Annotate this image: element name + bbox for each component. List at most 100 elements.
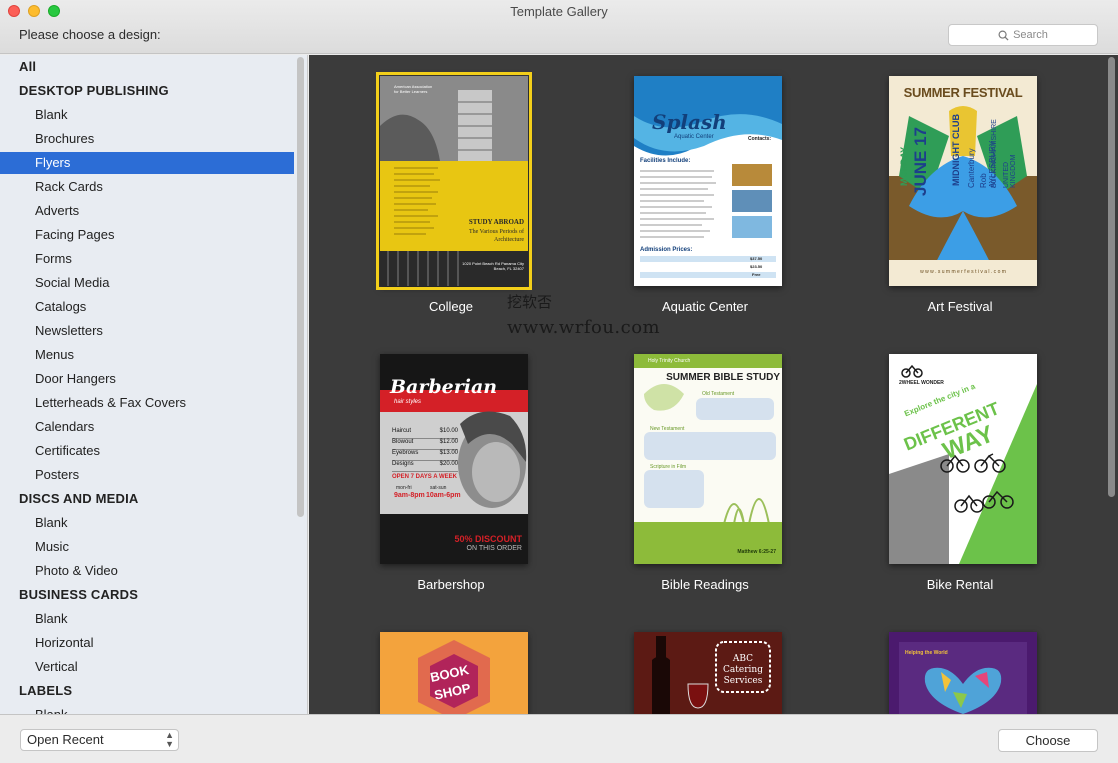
barber-service-price: $10.00 [439, 428, 458, 434]
category-sidebar: All DESKTOP PUBLISHING Blank Brochures Flyer… [0, 55, 308, 714]
barber-service-price: $13.00 [439, 450, 458, 456]
sidebar-item-menus[interactable]: Menus [0, 344, 294, 366]
sidebar-item-music[interactable]: Music [0, 536, 294, 558]
catering-line-3: Services [723, 676, 763, 686]
sidebar-item-blank[interactable]: Blank [0, 512, 294, 534]
aquatic-logo-sub: Aquatic Center [674, 134, 714, 140]
sidebar-item-calendars[interactable]: Calendars [0, 416, 294, 438]
titlebar: Template Gallery Please choose a design:… [0, 0, 1118, 54]
template-aquatic-center[interactable]: Splash Aquatic Center Contacts: Faciliti… [634, 76, 782, 286]
sidebar-item-door-hangers[interactable]: Door Hangers [0, 368, 294, 390]
watermark-url: www.wrfou.com [507, 317, 661, 338]
helping-title: Helping the World [905, 650, 948, 656]
sidebar-item-horizontal[interactable]: Horizontal [0, 632, 294, 654]
template-helping-world[interactable]: Helping the World [889, 632, 1037, 714]
barber-service-row: Eyebrows $13.00 [392, 450, 458, 461]
barber-service-name: Eyebrows [392, 450, 419, 456]
gallery-scrollbar[interactable] [1108, 57, 1115, 497]
sidebar-item-letterheads-fax-covers[interactable]: Letterheads & Fax Covers [0, 392, 294, 414]
window-title: Template Gallery [510, 4, 608, 19]
choose-button[interactable]: Choose [998, 729, 1098, 752]
chevron-updown-icon: ▲ ▼ [165, 730, 174, 749]
bible-verse: Matthew 6:25-27 [737, 549, 776, 555]
sidebar-item-brochures[interactable]: Brochures [0, 128, 294, 150]
art-location-3: BUCKINGHAMSHIRE [991, 119, 998, 188]
bible-title: SUMMER BIBLE STUDY [666, 372, 780, 383]
catering-line-2: Catering [723, 665, 763, 675]
caption-bike-rental: Bike Rental [926, 577, 994, 592]
barber-service-name: Designs [392, 461, 414, 467]
sidebar-section-discs-and-media[interactable]: DISCS AND MEDIA [0, 488, 294, 510]
open-recent-label: Open Recent [27, 732, 104, 747]
sidebar-item-flyers[interactable]: Flyers [0, 152, 294, 174]
sidebar-section-desktop-publishing[interactable]: DESKTOP PUBLISHING [0, 80, 294, 102]
barber-service-name: Blowout [392, 439, 414, 445]
bible-new-testament: New Testament [650, 426, 685, 432]
barber-service-price: $12.00 [439, 439, 458, 445]
sidebar-item-forms[interactable]: Forms [0, 248, 294, 270]
barber-service-price: $20.00 [439, 461, 458, 467]
bike-brand: 2WHEEL WONDER [899, 380, 944, 386]
template-bike-rental[interactable]: 2WHEEL WONDER Explore the city in a DIFF… [889, 354, 1037, 564]
barber-open-days: OPEN 7 DAYS A WEEK [392, 474, 458, 480]
aquatic-price-1: $37.50 [750, 256, 763, 261]
template-art-festival[interactable]: SUMMER FESTIVAL MONDAY JUNE 17 MIDNIGHT … [889, 76, 1037, 286]
sidebar-item-adverts[interactable]: Adverts [0, 200, 294, 222]
caption-barbershop: Barbershop [417, 577, 485, 592]
sidebar-item-blank[interactable]: Blank [0, 104, 294, 126]
template-book-shop[interactable]: BOOK SHOP [380, 632, 528, 714]
template-barbershop[interactable]: Barberian hair styles Haircut $10.00 Blowo… [380, 354, 528, 564]
choose-design-prompt: Please choose a design: [19, 27, 161, 42]
template-bible-readings[interactable]: Holy Trinity Church SUMMER BIBLE STUDY O… [634, 354, 782, 564]
sidebar-item-social-media[interactable]: Social Media [0, 272, 294, 294]
search-icon [998, 30, 1009, 41]
art-location-4: UNITED KINGDOM [1003, 154, 1017, 188]
art-date: JUNE 17 [911, 127, 930, 196]
sidebar-item-photo-video[interactable]: Photo & Video [0, 560, 294, 582]
sidebar-item-vertical[interactable]: Vertical [0, 656, 294, 678]
aquatic-price-3: Free [752, 272, 761, 277]
sidebar-item-catalogs[interactable]: Catalogs [0, 296, 294, 318]
bible-film: Scripture in Film [650, 464, 687, 470]
art-day: MONDAY [899, 146, 909, 186]
aquatic-flyer-preview [634, 76, 782, 286]
template-college[interactable]: American Association for Better Learners… [376, 72, 532, 290]
template-catering[interactable]: ABC Catering Services [634, 632, 782, 714]
sidebar-section-labels[interactable]: LABELS [0, 680, 294, 702]
sidebar-item-posters[interactable]: Posters [0, 464, 294, 486]
college-address: 1020 Point Beach Rd Panama City Beach, F… [462, 261, 524, 271]
art-url: w w w . s u m m e r f e s t i v a l . c … [920, 269, 1006, 275]
sidebar-scrollbar[interactable] [297, 57, 304, 517]
caption-aquatic-center: Aquatic Center [662, 299, 748, 314]
sidebar-section-business-cards[interactable]: BUSINESS CARDS [0, 584, 294, 606]
art-venue: MIDNIGHT CLUB [951, 114, 961, 186]
sidebar-item-facing-pages[interactable]: Facing Pages [0, 224, 294, 246]
sidebar-section-all[interactable]: All [0, 56, 294, 78]
sidebar-item-rack-cards[interactable]: Rack Cards [0, 176, 294, 198]
art-location-1: Canterbury [967, 148, 976, 188]
template-grid: American Association for Better Learners… [309, 55, 1118, 714]
helping-world-preview [889, 632, 1037, 714]
college-heading: STUDY ABROAD [468, 218, 524, 226]
aquatic-contacts: Contacts: [748, 136, 772, 142]
bible-church: Holy Trinity Church [648, 358, 691, 364]
search-field[interactable]: Search [948, 24, 1098, 46]
college-subheading: The Various Periods of Architecture [468, 229, 524, 243]
sidebar-item-blank[interactable]: Blank [0, 608, 294, 630]
sidebar-item-blank[interactable]: Blank [0, 704, 294, 714]
barber-service-name: Haircut [392, 428, 412, 434]
barber-hours-1: 9am-8pm [394, 492, 425, 499]
watermark-chinese: 挖软否 [507, 293, 553, 311]
bible-old-testament: Old Testament [702, 391, 735, 397]
sidebar-item-newsletters[interactable]: Newsletters [0, 320, 294, 342]
sidebar-item-certificates[interactable]: Certificates [0, 440, 294, 462]
art-title: SUMMER FESTIVAL [903, 85, 1023, 100]
caption-art-festival: Art Festival [927, 299, 993, 314]
aquatic-logo: Splash [652, 110, 727, 134]
open-recent-select[interactable]: Open Recent ▲ ▼ [20, 729, 179, 751]
caption-bible-readings: Bible Readings [661, 577, 749, 592]
barber-logo-sub: hair styles [394, 399, 422, 405]
aquatic-facilities: Facilities Include: [640, 158, 691, 164]
aquatic-price-2: $23.50 [750, 264, 763, 269]
barber-hours-label-2: sat-sun [430, 485, 447, 491]
